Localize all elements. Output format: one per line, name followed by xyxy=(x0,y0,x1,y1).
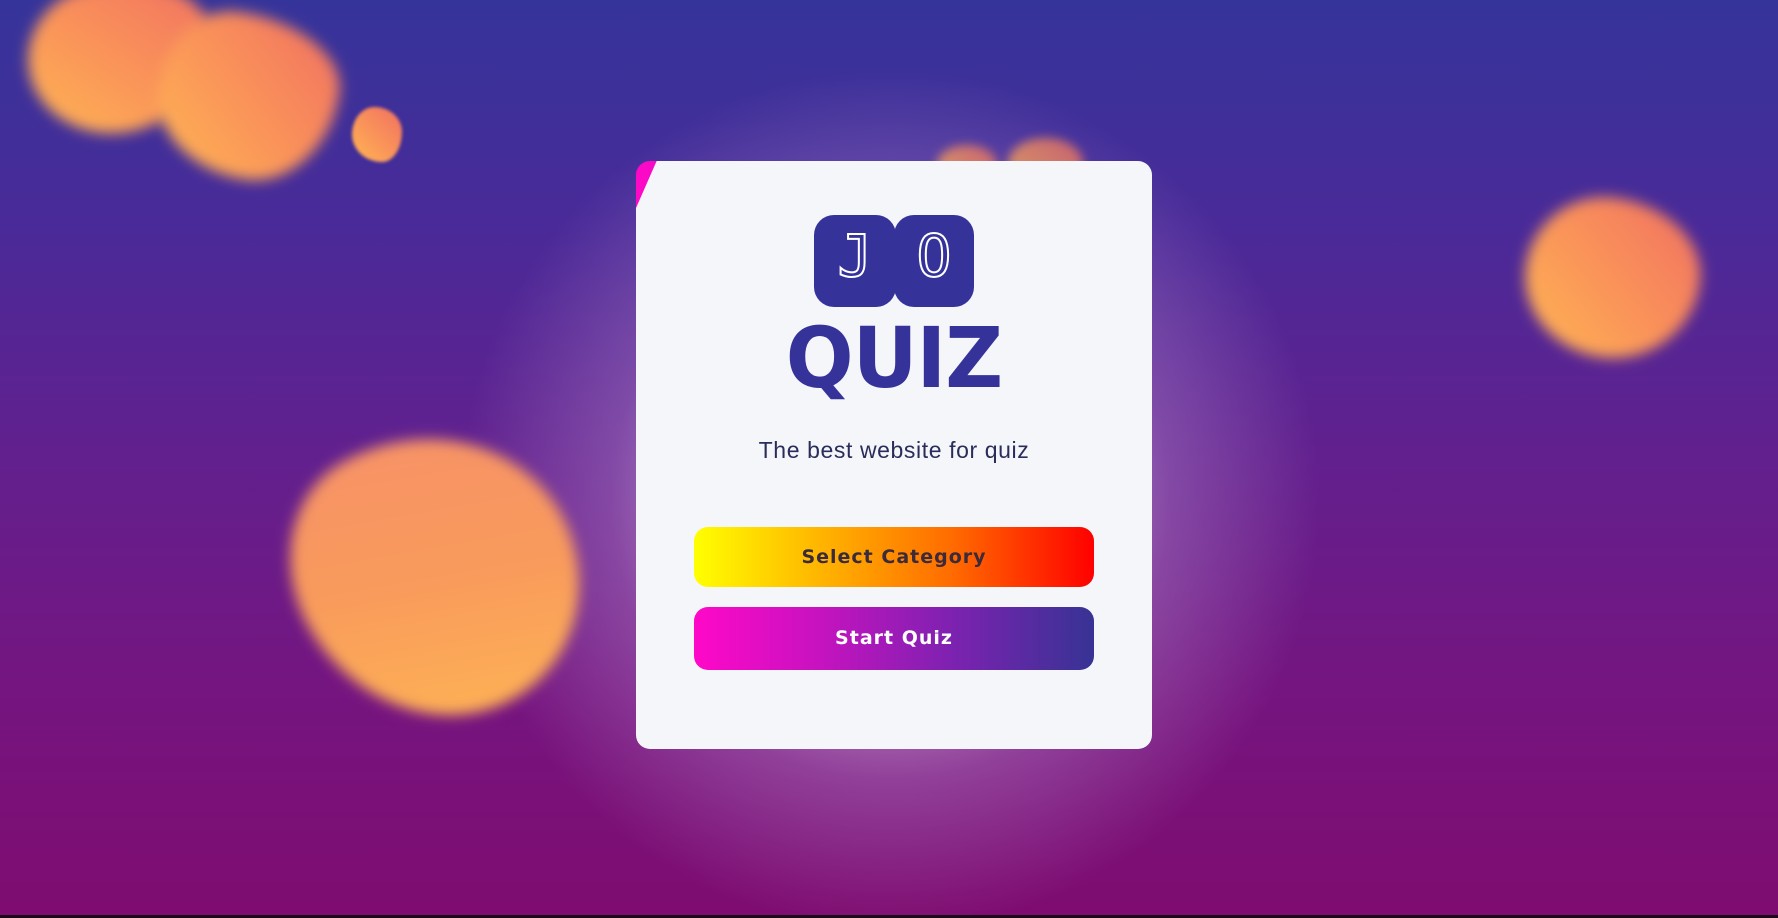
logo-tile-j: J xyxy=(814,215,896,307)
decorative-blob xyxy=(1517,189,1708,367)
quiz-card: J O QUIZ The best website for quiz Selec… xyxy=(636,161,1152,749)
logo-wordmark: QUIZ xyxy=(785,309,1003,407)
decorative-blob xyxy=(352,107,402,162)
start-quiz-button[interactable]: Start Quiz xyxy=(694,607,1094,670)
decorative-blob xyxy=(245,380,630,770)
logo-letter-o: O xyxy=(916,221,953,291)
logo: J O xyxy=(814,215,974,307)
logo-tile-o: O xyxy=(894,215,974,307)
page-background: J O QUIZ The best website for quiz Selec… xyxy=(0,0,1778,918)
select-category-button[interactable]: Select Category xyxy=(694,527,1094,587)
logo-letter-j: J xyxy=(837,221,874,291)
tagline: The best website for quiz xyxy=(758,437,1030,463)
